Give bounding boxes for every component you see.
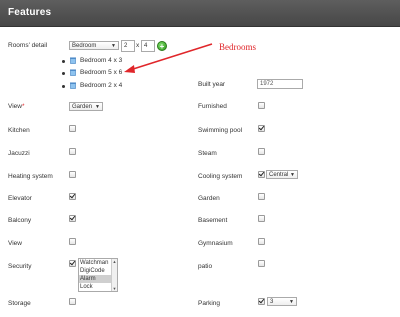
patio-checkbox[interactable] xyxy=(258,260,265,267)
kitchen-checkbox[interactable] xyxy=(69,125,76,132)
rooms-detail-label: Rooms' detail xyxy=(8,42,48,49)
annotation-arrow-icon xyxy=(124,43,213,73)
gymnasium-checkbox[interactable] xyxy=(258,238,265,245)
built-year-label: Built year xyxy=(198,81,226,88)
patio-label: patio xyxy=(198,263,213,270)
gymnasium-label: Gymnasium xyxy=(198,240,233,247)
scroll-down-icon[interactable]: ▼ xyxy=(112,286,117,291)
jacuzzi-checkbox[interactable] xyxy=(69,148,76,155)
garden-label: Garden xyxy=(198,195,220,202)
balcony-label: Balcony xyxy=(8,217,32,224)
parking-select[interactable]: 3 ▼ xyxy=(267,297,297,306)
swimming-pool-label: Swimming pool xyxy=(198,127,243,134)
trash-icon[interactable] xyxy=(70,82,76,89)
kitchen-label: Kitchen xyxy=(8,127,30,134)
built-year-input[interactable]: 1972 xyxy=(257,79,303,89)
balcony-checkbox[interactable] xyxy=(69,215,76,222)
security-checkbox[interactable] xyxy=(69,260,76,267)
parking-label: Parking xyxy=(198,300,221,307)
view-select-label: View* xyxy=(8,103,25,110)
cooling-system-checkbox[interactable] xyxy=(258,171,265,178)
bullet-icon xyxy=(62,72,65,75)
features-title: Features xyxy=(8,7,52,18)
storage-checkbox[interactable] xyxy=(69,298,76,305)
view-select[interactable]: Garden ▼ xyxy=(69,102,103,111)
elevator-checkbox[interactable] xyxy=(69,193,76,200)
annotation-label: Bedrooms xyxy=(219,42,256,52)
basement-checkbox[interactable] xyxy=(258,215,265,222)
security-options-listbox[interactable]: Watchman DigiCode Alarm Lock ▲ ▼ xyxy=(78,258,118,292)
parking-value: 3 xyxy=(270,299,274,305)
bullet-icon xyxy=(62,60,65,63)
chevron-down-icon: ▼ xyxy=(289,299,294,305)
trash-icon[interactable] xyxy=(70,69,76,76)
cooling-system-value: Central xyxy=(269,172,289,178)
features-header: Features xyxy=(0,0,400,27)
chevron-down-icon: ▼ xyxy=(111,43,116,49)
bullet-icon xyxy=(62,85,65,88)
swimming-pool-checkbox[interactable] xyxy=(258,125,265,132)
cooling-system-label: Cooling system xyxy=(198,173,243,180)
heating-system-label: Heating system xyxy=(8,173,53,180)
required-asterisk: * xyxy=(21,103,25,110)
parking-checkbox[interactable] xyxy=(258,298,265,305)
garden-checkbox[interactable] xyxy=(258,193,265,200)
view-label: View xyxy=(8,240,22,247)
furnished-label: Furnished xyxy=(198,103,227,110)
room-item-1: Bedroom 4 x 3 xyxy=(80,57,123,64)
view-label-text: View xyxy=(8,103,22,110)
jacuzzi-label: Jacuzzi xyxy=(8,150,30,157)
room-type-value: Bedroom xyxy=(72,43,97,49)
scroll-up-icon[interactable]: ▲ xyxy=(112,259,117,264)
security-label: Security xyxy=(8,263,32,270)
furnished-checkbox[interactable] xyxy=(258,102,265,109)
room-item-3: Bedroom 2 x 4 xyxy=(80,82,123,89)
steam-checkbox[interactable] xyxy=(258,148,265,155)
cooling-system-select[interactable]: Central ▼ xyxy=(266,170,298,179)
elevator-label: Elevator xyxy=(8,195,32,202)
chevron-down-icon: ▼ xyxy=(290,172,295,178)
listbox-scrollbar[interactable]: ▲ ▼ xyxy=(111,259,117,291)
view-checkbox[interactable] xyxy=(69,238,76,245)
chevron-down-icon: ▼ xyxy=(95,104,100,110)
steam-label: Steam xyxy=(198,150,217,157)
room-item-2: Bedroom 5 x 6 xyxy=(80,69,123,76)
trash-icon[interactable] xyxy=(70,57,76,64)
room-type-select[interactable]: Bedroom ▼ xyxy=(69,41,119,50)
heating-system-checkbox[interactable] xyxy=(69,171,76,178)
storage-label: Storage xyxy=(8,300,31,307)
view-select-value: Garden xyxy=(72,104,93,110)
basement-label: Basement xyxy=(198,217,228,224)
